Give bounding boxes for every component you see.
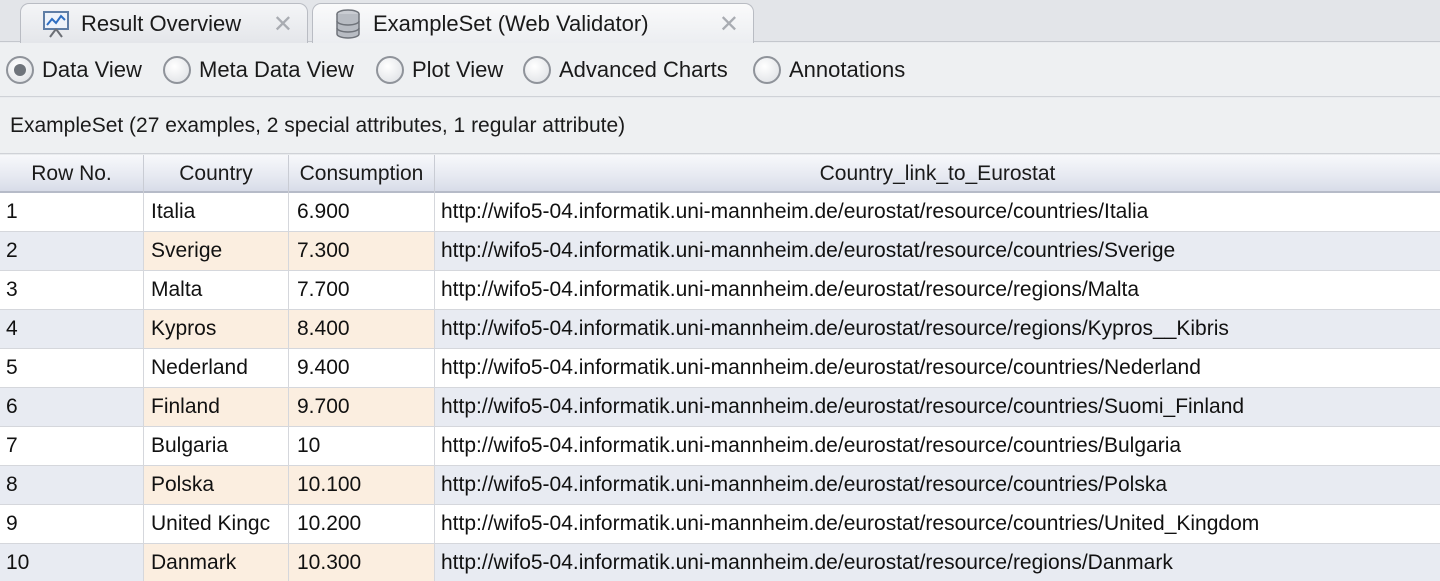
cell-country[interactable]: Bulgaria	[144, 427, 289, 466]
radio-unselected-icon	[753, 56, 781, 84]
table-row[interactable]: 9 United Kingc 10.200 http://wifo5-04.infor…	[0, 505, 1440, 544]
tab-label: ExampleSet (Web Validator)	[373, 10, 649, 36]
table-row[interactable]: 7 Bulgaria 10 http://wifo5-04.informatik.un…	[0, 427, 1440, 466]
cell-country[interactable]: Sverige	[144, 232, 289, 271]
table-row[interactable]: 1 Italia 6.900 http://wifo5-04.informatik.u…	[0, 193, 1440, 232]
cell-country[interactable]: Danmark	[144, 544, 289, 581]
radio-advanced-charts[interactable]: Advanced Charts	[523, 55, 728, 85]
radio-label: Meta Data View	[199, 57, 354, 82]
radio-annotations[interactable]: Annotations	[753, 55, 905, 85]
radio-label: Data View	[42, 57, 142, 82]
cell-row-no[interactable]: 3	[0, 271, 144, 310]
cell-row-no[interactable]: 8	[0, 466, 144, 505]
cell-country-link[interactable]: http://wifo5-04.informatik.uni-mannheim.…	[435, 232, 1440, 271]
cell-country[interactable]: Kypros	[144, 310, 289, 349]
cell-country[interactable]: United Kingc	[144, 505, 289, 544]
exampleset-summary: ExampleSet (27 examples, 2 special attri…	[10, 114, 626, 137]
cell-consumption[interactable]: 9.400	[289, 349, 435, 388]
table-row[interactable]: 5 Nederland 9.400 http://wifo5-04.informati…	[0, 349, 1440, 388]
radio-unselected-icon	[163, 56, 191, 84]
cell-row-no[interactable]: 1	[0, 193, 144, 232]
data-table: Row No. Country Consumption Country_link…	[0, 155, 1440, 581]
radio-meta-data-view[interactable]: Meta Data View	[163, 55, 354, 85]
column-header-country-link[interactable]: Country_link_to_Eurostat	[435, 155, 1440, 193]
cell-country[interactable]: Nederland	[144, 349, 289, 388]
radio-data-view[interactable]: Data View	[6, 55, 142, 85]
cell-row-no[interactable]: 6	[0, 388, 144, 427]
tab-exampleset[interactable]: ExampleSet (Web Validator) ✕	[312, 3, 754, 43]
cell-row-no[interactable]: 4	[0, 310, 144, 349]
table-header: Row No. Country Consumption Country_link…	[0, 155, 1440, 193]
table-row[interactable]: 8 Polska 10.100 http://wifo5-04.informatik.…	[0, 466, 1440, 505]
cell-country[interactable]: Italia	[144, 193, 289, 232]
cell-country[interactable]: Finland	[144, 388, 289, 427]
exampleset-info: ExampleSet (27 examples, 2 special attri…	[0, 98, 1440, 154]
cell-country-link[interactable]: http://wifo5-04.informatik.uni-mannheim.…	[435, 388, 1440, 427]
radio-label: Annotations	[789, 57, 906, 82]
tab-strip: Result Overview ✕ ExampleSet (Web Valida…	[0, 0, 1440, 43]
cell-row-no[interactable]: 7	[0, 427, 144, 466]
cell-country-link[interactable]: http://wifo5-04.informatik.uni-mannheim.…	[435, 310, 1440, 349]
cell-consumption[interactable]: 7.300	[289, 232, 435, 271]
cell-country-link[interactable]: http://wifo5-04.informatik.uni-mannheim.…	[435, 193, 1440, 232]
cell-row-no[interactable]: 10	[0, 544, 144, 581]
result-overview-icon	[39, 7, 73, 41]
table-row[interactable]: 6 Finland 9.700 http://wifo5-04.informatik.…	[0, 388, 1440, 427]
table-row[interactable]: 2 Sverige 7.300 http://wifo5-04.informatik.…	[0, 232, 1440, 271]
column-header-row-no[interactable]: Row No.	[0, 155, 144, 193]
cell-consumption[interactable]: 10.300	[289, 544, 435, 581]
close-icon[interactable]: ✕	[719, 10, 739, 39]
cell-consumption[interactable]: 10.200	[289, 505, 435, 544]
cell-country[interactable]: Malta	[144, 271, 289, 310]
table-row[interactable]: 10 Danmark 10.300 http://wifo5-04.informati…	[0, 544, 1440, 581]
radio-unselected-icon	[523, 56, 551, 84]
database-icon	[331, 7, 365, 41]
cell-consumption[interactable]: 6.900	[289, 193, 435, 232]
tab-result-overview[interactable]: Result Overview ✕	[20, 3, 308, 43]
radio-unselected-icon	[376, 56, 404, 84]
table-row[interactable]: 4 Kypros 8.400 http://wifo5-04.informatik.u…	[0, 310, 1440, 349]
cell-country-link[interactable]: http://wifo5-04.informatik.uni-mannheim.…	[435, 427, 1440, 466]
cell-country-link[interactable]: http://wifo5-04.informatik.uni-mannheim.…	[435, 544, 1440, 581]
close-icon[interactable]: ✕	[273, 10, 293, 39]
cell-row-no[interactable]: 5	[0, 349, 144, 388]
cell-consumption[interactable]: 10.100	[289, 466, 435, 505]
cell-country-link[interactable]: http://wifo5-04.informatik.uni-mannheim.…	[435, 505, 1440, 544]
column-header-country[interactable]: Country	[144, 155, 289, 193]
column-header-consumption[interactable]: Consumption	[289, 155, 435, 193]
cell-country[interactable]: Polska	[144, 466, 289, 505]
radio-label: Advanced Charts	[559, 57, 728, 82]
cell-country-link[interactable]: http://wifo5-04.informatik.uni-mannheim.…	[435, 271, 1440, 310]
view-selector: Data View Meta Data View Plot View Advan…	[0, 43, 1440, 97]
cell-consumption[interactable]: 9.700	[289, 388, 435, 427]
radio-selected-icon	[6, 56, 34, 84]
cell-country-link[interactable]: http://wifo5-04.informatik.uni-mannheim.…	[435, 349, 1440, 388]
radio-label: Plot View	[412, 57, 504, 82]
cell-consumption[interactable]: 8.400	[289, 310, 435, 349]
cell-country-link[interactable]: http://wifo5-04.informatik.uni-mannheim.…	[435, 466, 1440, 505]
tab-label: Result Overview	[81, 10, 242, 36]
cell-row-no[interactable]: 2	[0, 232, 144, 271]
table-row[interactable]: 3 Malta 7.700 http://wifo5-04.informatik.un…	[0, 271, 1440, 310]
radio-plot-view[interactable]: Plot View	[376, 55, 503, 85]
cell-consumption[interactable]: 10	[289, 427, 435, 466]
cell-consumption[interactable]: 7.700	[289, 271, 435, 310]
cell-row-no[interactable]: 9	[0, 505, 144, 544]
